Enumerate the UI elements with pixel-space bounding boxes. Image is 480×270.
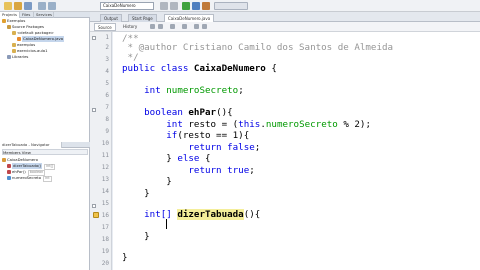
line-number: 14 [101,188,109,195]
navigator-title[interactable]: dizerTabuada - Navigator [0,142,62,148]
code-line-class-declaration: public class CaixaDeNumero { [122,63,277,74]
line-number: 4 [105,68,109,75]
profile-icon[interactable] [202,2,210,10]
forward-icon[interactable] [158,24,163,29]
line-number-gutter: 1 2 3 4 5 6 7 8 9 10 11 12 13 14 15 16 1… [90,32,112,270]
java-file-icon [17,36,21,41]
fold-toggle-icon[interactable] [92,204,96,208]
line-number: 2 [105,44,109,51]
memory-indicator[interactable] [214,2,248,10]
text-cursor [166,219,168,229]
line-number: 9 [105,128,109,135]
tab-start-page[interactable]: Start Page [128,14,157,22]
editor-subbar: Source History [90,22,480,32]
main-toolbar: CaixaDeNumero [0,0,480,12]
line-number: 3 [105,56,109,63]
line-number: 6 [105,92,109,99]
line-number: 10 [101,140,109,147]
back-icon[interactable] [150,24,155,29]
package-icon [12,30,16,35]
line-number: 20 [101,260,109,267]
package-folder-icon [7,24,11,29]
search-icon[interactable] [170,24,175,29]
package-icon [12,42,16,47]
tab-services[interactable]: Services [34,12,54,18]
tab-source[interactable]: Source [94,23,116,31]
tree-item-libraries[interactable]: Libraries [7,54,28,60]
uncomment-icon[interactable] [202,24,207,29]
save-all-icon[interactable] [24,2,32,10]
debug-icon[interactable] [192,2,200,10]
line-number: 17 [101,224,109,231]
code-line: } [122,252,128,263]
line-number: 5 [105,80,109,87]
comment-icon[interactable] [194,24,199,29]
line-number: 12 [101,164,109,171]
navigator-tabbar: dizerTabuada - Navigator [0,142,90,148]
undo-icon[interactable] [38,2,46,10]
field-icon [7,175,11,180]
toggle-bookmark-icon[interactable] [182,24,187,29]
method-icon [7,163,11,168]
return-type-label: int[] [44,164,56,170]
redo-icon[interactable] [48,2,56,10]
library-icon [7,54,11,59]
code-editor[interactable]: /** * @author Cristiano Camilo dos Santo… [113,32,480,270]
line-number: 19 [101,248,109,255]
class-icon [2,157,6,162]
field-type-label: int [43,176,52,182]
fold-toggle-icon[interactable] [92,36,96,40]
fold-toggle-icon[interactable] [92,108,96,112]
code-line: } [122,231,150,242]
tree-item-label: Libraries [12,54,29,59]
hint-bulb-icon[interactable] [93,212,99,218]
code-line: } [122,188,150,199]
code-line: * @author Cristiano Camilo dos Santos de… [122,42,394,53]
editor-tabbar: Output Start Page CaixaDeNumero.java [90,12,480,22]
tab-caixadenumero[interactable]: CaixaDeNumero.java [164,14,215,22]
navigator-item-numeroSecreto[interactable]: numeroSecreto int [7,175,52,182]
line-number: 13 [101,176,109,183]
line-number: 18 [101,236,109,243]
clean-build-icon[interactable] [170,2,178,10]
package-icon [12,48,16,53]
left-panel: Projects Files Services Exemplos Source … [0,12,90,270]
tab-history[interactable]: History [120,23,140,31]
navigator-view-select[interactable]: Members View [2,149,88,155]
new-project-icon[interactable] [4,2,12,10]
line-number: 8 [105,116,109,123]
configuration-select[interactable]: CaixaDeNumero [100,2,154,10]
navigator-item-label: numeroSecreto [12,175,42,180]
build-icon[interactable] [160,2,168,10]
navigator-view-label: Members View [3,150,31,155]
run-icon[interactable] [182,2,190,10]
open-project-icon[interactable] [14,2,22,10]
project-icon [2,18,6,23]
method-icon [7,169,11,174]
line-number: 16 [101,212,109,219]
tab-output[interactable]: Output [100,14,122,22]
line-number: 11 [101,152,109,159]
code-line-field: int numeroSecreto; [122,85,244,96]
